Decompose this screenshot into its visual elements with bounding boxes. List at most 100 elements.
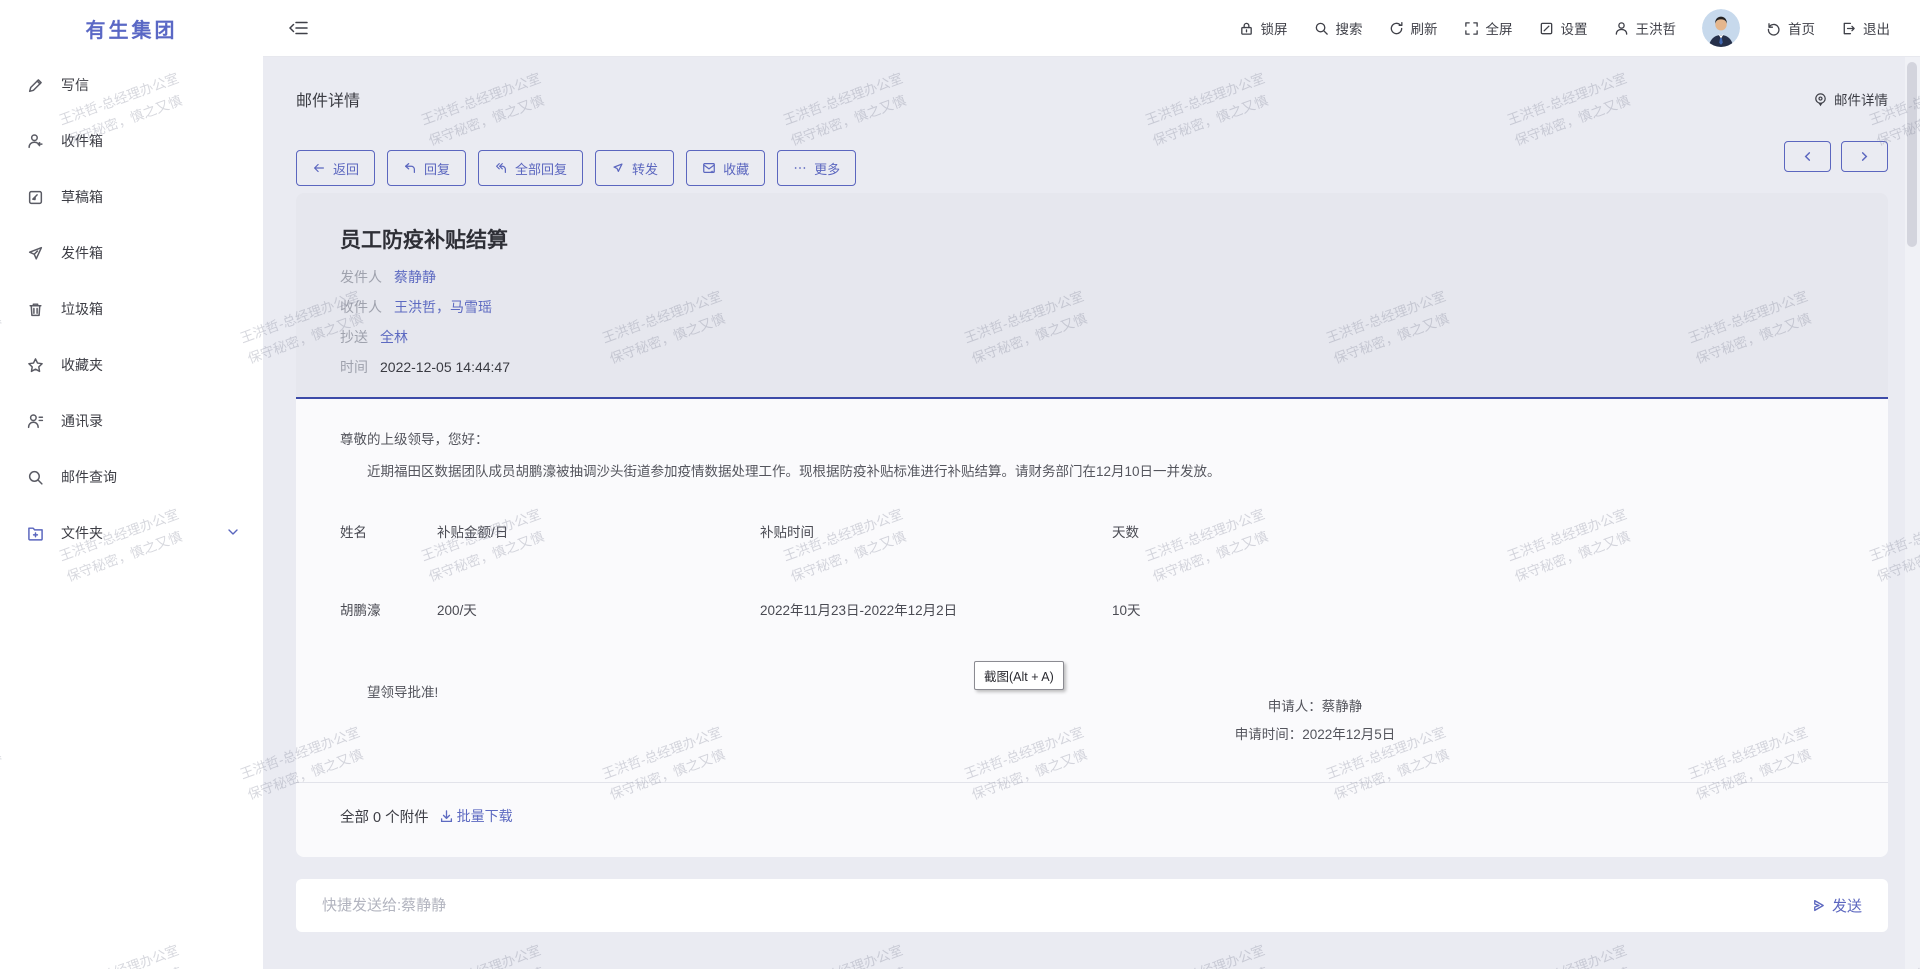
settings-icon xyxy=(1539,21,1554,36)
logout-icon xyxy=(1841,21,1856,36)
topbar-label: 退出 xyxy=(1863,18,1890,38)
sidebar: 有生集团 写信 收件箱 草稿箱 发件箱 垃圾箱 xyxy=(0,0,263,969)
cc-contact[interactable]: 全林 xyxy=(380,327,408,347)
send-button[interactable]: 发送 xyxy=(1811,895,1862,916)
mail-greeting: 尊敬的上级领导，您好： xyxy=(340,428,1844,448)
document-edit-icon xyxy=(27,189,44,206)
button-label: 回复 xyxy=(424,159,450,178)
avatar[interactable] xyxy=(1702,9,1740,47)
to-label: 收件人 xyxy=(340,297,382,317)
sidebar-item-sent[interactable]: 发件箱 xyxy=(0,225,263,281)
mail-toolbar: 返回 回复 全部回复 转发 xyxy=(296,150,1888,186)
sidebar-item-label: 收藏夹 xyxy=(61,355,103,375)
cell-period: 2022年11月23日-2022年12月2日 xyxy=(760,541,1112,619)
mail-cc-row: 抄送 全林 xyxy=(340,327,1844,347)
page-head: 邮件详情 邮件详情 xyxy=(296,87,1888,111)
app-root: 有生集团 写信 收件箱 草稿箱 发件箱 垃圾箱 xyxy=(0,0,1920,969)
to-contacts[interactable]: 王洪哲，马雪瑶 xyxy=(394,297,492,317)
sidebar-item-label: 通讯录 xyxy=(61,411,103,431)
chevron-right-icon xyxy=(1859,151,1870,162)
sidebar-item-label: 发件箱 xyxy=(61,243,103,263)
topbar-label: 搜索 xyxy=(1336,18,1363,38)
send-icon xyxy=(1811,898,1826,913)
paper-plane-icon xyxy=(27,245,44,262)
mail-body: 尊敬的上级领导，您好： 近期福田区数据团队成员胡鹏濠被抽调沙头街道参加疫情数据处… xyxy=(296,399,1888,782)
mail-time-row: 时间 2022-12-05 14:44:47 xyxy=(340,357,1844,377)
forward-icon xyxy=(611,161,625,175)
applicant-name: 蔡静静 xyxy=(1322,699,1363,714)
favorite-button[interactable]: 收藏 xyxy=(686,150,765,186)
reply-all-icon xyxy=(494,161,508,175)
button-label: 更多 xyxy=(814,159,840,178)
search-icon xyxy=(27,469,44,486)
cell-amount: 200/天 xyxy=(437,541,760,619)
topbar: 锁屏 搜索 刷新 全屏 设置 xyxy=(263,0,1920,57)
sidebar-item-drafts[interactable]: 草稿箱 xyxy=(0,169,263,225)
quick-send-input[interactable] xyxy=(322,897,1811,914)
sidebar-item-trash[interactable]: 垃圾箱 xyxy=(0,281,263,337)
current-user-button[interactable]: 王洪哲 xyxy=(1614,18,1677,38)
sidebar-nav: 写信 收件箱 草稿箱 发件箱 垃圾箱 收藏夹 xyxy=(0,57,263,561)
pencil-icon xyxy=(27,77,44,94)
mail-header: 员工防疫补贴结算 发件人 蔡静静 收件人 王洪哲，马雪瑶 抄送 全林 时间 xyxy=(296,193,1888,397)
home-button[interactable]: 首页 xyxy=(1766,18,1815,38)
ellipsis-icon xyxy=(793,161,807,175)
back-button[interactable]: 返回 xyxy=(296,150,375,186)
sidebar-item-mail-search[interactable]: 邮件查询 xyxy=(0,449,263,505)
download-icon xyxy=(439,809,454,824)
sidebar-item-contacts[interactable]: 通讯录 xyxy=(0,393,263,449)
page-title: 邮件详情 xyxy=(296,87,360,111)
topbar-label: 王洪哲 xyxy=(1636,18,1677,38)
quick-send-bar: 发送 xyxy=(296,879,1888,932)
topbar-label: 全屏 xyxy=(1486,18,1513,38)
lock-icon xyxy=(1239,21,1254,36)
folder-plus-icon xyxy=(27,525,44,542)
sidebar-item-inbox[interactable]: 收件箱 xyxy=(0,113,263,169)
table-row: 胡鹏濠 200/天 2022年11月23日-2022年12月2日 10天 xyxy=(340,541,1840,619)
applicant-block: 申请人：蔡静静 申请时间：2022年12月5日 xyxy=(1135,693,1495,749)
forward-button[interactable]: 转发 xyxy=(595,150,674,186)
sidebar-item-folders[interactable]: 文件夹 xyxy=(0,505,263,561)
reply-all-button[interactable]: 全部回复 xyxy=(478,150,583,186)
collapse-sidebar-icon[interactable] xyxy=(289,20,308,36)
mail-to-row: 收件人 王洪哲，马雪瑶 xyxy=(340,297,1844,317)
user-receive-icon xyxy=(27,133,44,150)
send-label: 发送 xyxy=(1832,895,1862,916)
table-header-row: 姓名 补贴金额/日 补贴时间 天数 xyxy=(340,521,1840,541)
sidebar-item-label: 垃圾箱 xyxy=(61,299,103,319)
star-icon xyxy=(27,357,44,374)
cell-name: 胡鹏濠 xyxy=(340,541,437,619)
topbar-actions: 锁屏 搜索 刷新 全屏 设置 xyxy=(1239,9,1891,47)
sidebar-item-label: 收件箱 xyxy=(61,131,103,151)
from-contact[interactable]: 蔡静静 xyxy=(394,267,436,287)
chevron-left-icon xyxy=(1802,151,1813,162)
logout-button[interactable]: 退出 xyxy=(1841,18,1890,38)
topbar-label: 设置 xyxy=(1561,18,1588,38)
button-label: 全部回复 xyxy=(515,159,567,178)
search-button[interactable]: 搜索 xyxy=(1314,18,1363,38)
apply-time-label: 申请时间： xyxy=(1235,727,1303,742)
button-label: 转发 xyxy=(632,159,658,178)
refresh-button[interactable]: 刷新 xyxy=(1389,18,1438,38)
subsidy-table: 姓名 补贴金额/日 补贴时间 天数 胡鹏濠 200/天 2022年11月23日-… xyxy=(340,521,1840,619)
trash-icon xyxy=(27,301,44,318)
prev-mail-button[interactable] xyxy=(1784,141,1831,172)
chevron-down-icon[interactable] xyxy=(227,525,239,541)
batch-download-link[interactable]: 批量下载 xyxy=(439,806,513,826)
apply-time-value: 2022年12月5日 xyxy=(1302,727,1395,742)
reply-button[interactable]: 回复 xyxy=(387,150,466,186)
location-pin-icon xyxy=(1813,92,1828,107)
settings-button[interactable]: 设置 xyxy=(1539,18,1588,38)
next-mail-button[interactable] xyxy=(1841,141,1888,172)
topbar-label: 首页 xyxy=(1788,18,1815,38)
company-logo: 有生集团 xyxy=(0,0,263,57)
fullscreen-button[interactable]: 全屏 xyxy=(1464,18,1513,38)
sidebar-item-favorites[interactable]: 收藏夹 xyxy=(0,337,263,393)
lock-screen-button[interactable]: 锁屏 xyxy=(1239,18,1288,38)
mail-card: 员工防疫补贴结算 发件人 蔡静静 收件人 王洪哲，马雪瑶 抄送 全林 时间 xyxy=(296,193,1888,857)
scrollbar-track[interactable] xyxy=(1905,57,1920,969)
more-button[interactable]: 更多 xyxy=(777,150,856,186)
scrollbar-thumb[interactable] xyxy=(1907,62,1917,247)
sidebar-item-compose[interactable]: 写信 xyxy=(0,57,263,113)
applicant-label: 申请人： xyxy=(1268,699,1322,714)
